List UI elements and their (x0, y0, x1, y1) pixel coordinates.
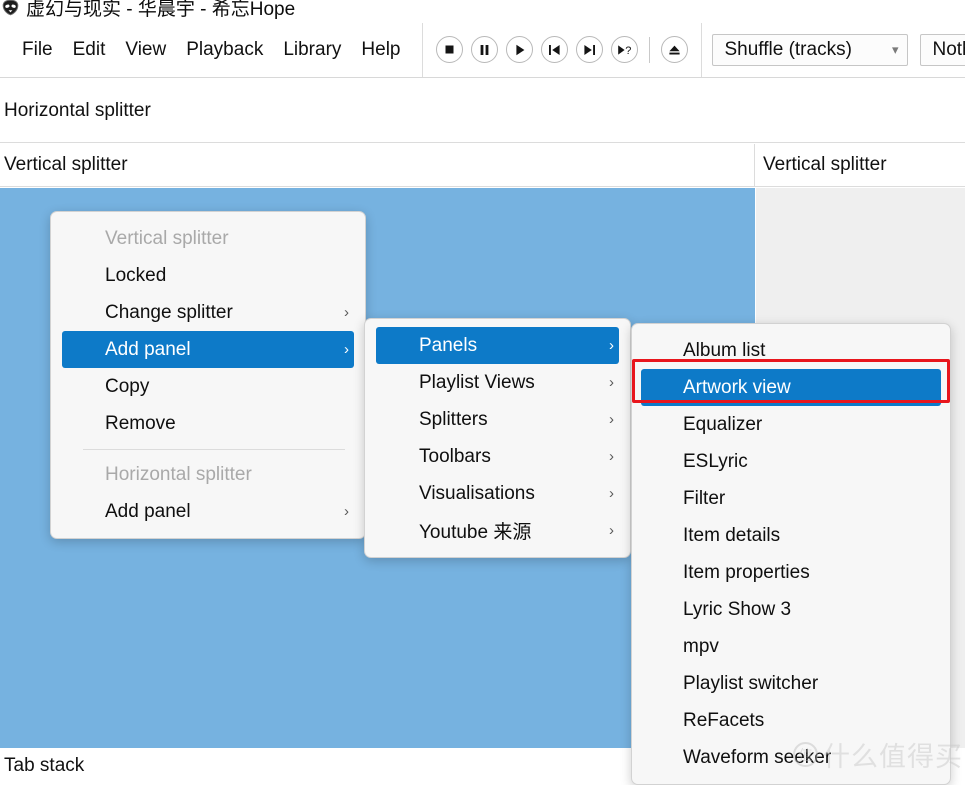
splitter-context-menu: Vertical splitter Locked Change splitter… (50, 211, 366, 539)
chevron-right-icon: › (609, 411, 614, 428)
panel-playlist-switcher[interactable]: Playlist switcher (632, 665, 950, 702)
menu-library[interactable]: Library (273, 35, 351, 65)
playback-order-select[interactable]: Shuffle (tracks) ▾ (712, 33, 909, 66)
panel-item-properties[interactable]: Item properties (632, 554, 950, 591)
add-panel-submenu: Panels › Playlist Views › Splitters › To… (364, 318, 631, 558)
chevron-right-icon: › (344, 503, 349, 520)
svg-text:?: ? (625, 45, 631, 56)
panel-artwork-view[interactable]: Artwork view (641, 369, 941, 406)
panel-album-list[interactable]: Album list (632, 332, 950, 369)
eject-icon (669, 45, 681, 54)
menu-view[interactable]: View (115, 35, 176, 65)
previous-button[interactable] (541, 36, 569, 63)
menu-edit[interactable]: Edit (63, 35, 116, 65)
menu-bar: File Edit View Playback Library Help (0, 22, 422, 78)
menu-separator (83, 449, 345, 450)
section-horizontal-splitter: Horizontal splitter (105, 463, 252, 485)
stop-button[interactable] (436, 36, 464, 63)
menu-playback[interactable]: Playback (176, 35, 273, 65)
submenu-toolbars[interactable]: Toolbars › (365, 438, 630, 475)
submenu-splitters[interactable]: Splitters › (365, 401, 630, 438)
panel-item-details[interactable]: Item details (632, 517, 950, 554)
submenu-youtube-source[interactable]: Youtube 来源 › (365, 512, 630, 549)
chevron-right-icon: › (609, 485, 614, 502)
menu-change-splitter[interactable]: Change splitter › (51, 294, 365, 331)
horizontal-splitter-label: Horizontal splitter (4, 99, 151, 121)
chevron-right-icon: › (609, 337, 614, 354)
toolbar-divider-2 (649, 36, 651, 63)
menu-file[interactable]: File (12, 35, 63, 65)
playback-order-value: Shuffle (tracks) (724, 38, 852, 60)
panel-mpv[interactable]: mpv (632, 628, 950, 665)
vertical-splitter-label-right: Vertical splitter (763, 154, 887, 175)
menu-help[interactable]: Help (351, 35, 410, 65)
window-titlebar: 虚幻与现实 - 华晨宇 - 希忘Hope (0, 0, 965, 22)
submenu-playlist-views[interactable]: Playlist Views › (365, 364, 630, 401)
panels-submenu: Album list Artwork view Equalizer ESLyri… (631, 323, 951, 785)
tab-stack-label: Tab stack (4, 755, 85, 776)
main-toolbar: File Edit View Playback Library Help ? S… (0, 22, 965, 78)
alien-head-icon (2, 0, 19, 16)
toolbar-combos: Shuffle (tracks) ▾ Nothi (702, 22, 965, 78)
next-track-icon (584, 44, 596, 55)
vertical-splitter-region: Vertical splitter Vertical splitter (0, 144, 965, 187)
chevron-right-icon: › (344, 341, 349, 358)
play-button[interactable] (506, 36, 534, 63)
stop-icon (445, 45, 454, 54)
horizontal-splitter-region[interactable]: Horizontal splitter (0, 79, 965, 143)
play-random-icon: ? (618, 45, 631, 56)
window-title: 虚幻与现实 - 华晨宇 - 希忘Hope (26, 0, 296, 20)
random-button[interactable]: ? (611, 36, 639, 63)
pause-icon (481, 44, 489, 55)
menu-add-panel[interactable]: Add panel › (62, 331, 354, 368)
chevron-right-icon: › (609, 522, 614, 539)
chevron-down-icon: ▾ (891, 41, 899, 57)
pause-button[interactable] (471, 36, 499, 63)
panel-eslyric[interactable]: ESLyric (632, 443, 950, 480)
previous-track-icon (549, 44, 561, 55)
output-device-select[interactable]: Nothi (920, 33, 965, 66)
menu-copy[interactable]: Copy (51, 368, 365, 405)
vertical-splitter-label-left: Vertical splitter (4, 154, 128, 175)
vertical-splitter-right[interactable]: Vertical splitter (755, 144, 965, 187)
next-button[interactable] (576, 36, 604, 63)
submenu-visualisations[interactable]: Visualisations › (365, 475, 630, 512)
vertical-splitter-left[interactable]: Vertical splitter (0, 144, 755, 187)
panel-filter[interactable]: Filter (632, 480, 950, 517)
chevron-right-icon: › (609, 448, 614, 465)
menu-locked[interactable]: Locked (51, 257, 365, 294)
playback-controls: ? (423, 22, 701, 78)
panel-refacets[interactable]: ReFacets (632, 702, 950, 739)
eject-button[interactable] (661, 36, 689, 63)
output-device-value: Nothi (932, 38, 965, 60)
chevron-right-icon: › (344, 304, 349, 321)
section-vertical-splitter: Vertical splitter (105, 227, 229, 249)
menu-remove[interactable]: Remove (51, 405, 365, 442)
play-icon (516, 44, 525, 55)
panel-equalizer[interactable]: Equalizer (632, 406, 950, 443)
submenu-panels[interactable]: Panels › (376, 327, 619, 364)
panel-waveform-seeker[interactable]: Waveform seeker (632, 739, 950, 776)
chevron-right-icon: › (609, 374, 614, 391)
menu-add-panel-horizontal[interactable]: Add panel › (51, 493, 365, 530)
panel-lyric-show-3[interactable]: Lyric Show 3 (632, 591, 950, 628)
